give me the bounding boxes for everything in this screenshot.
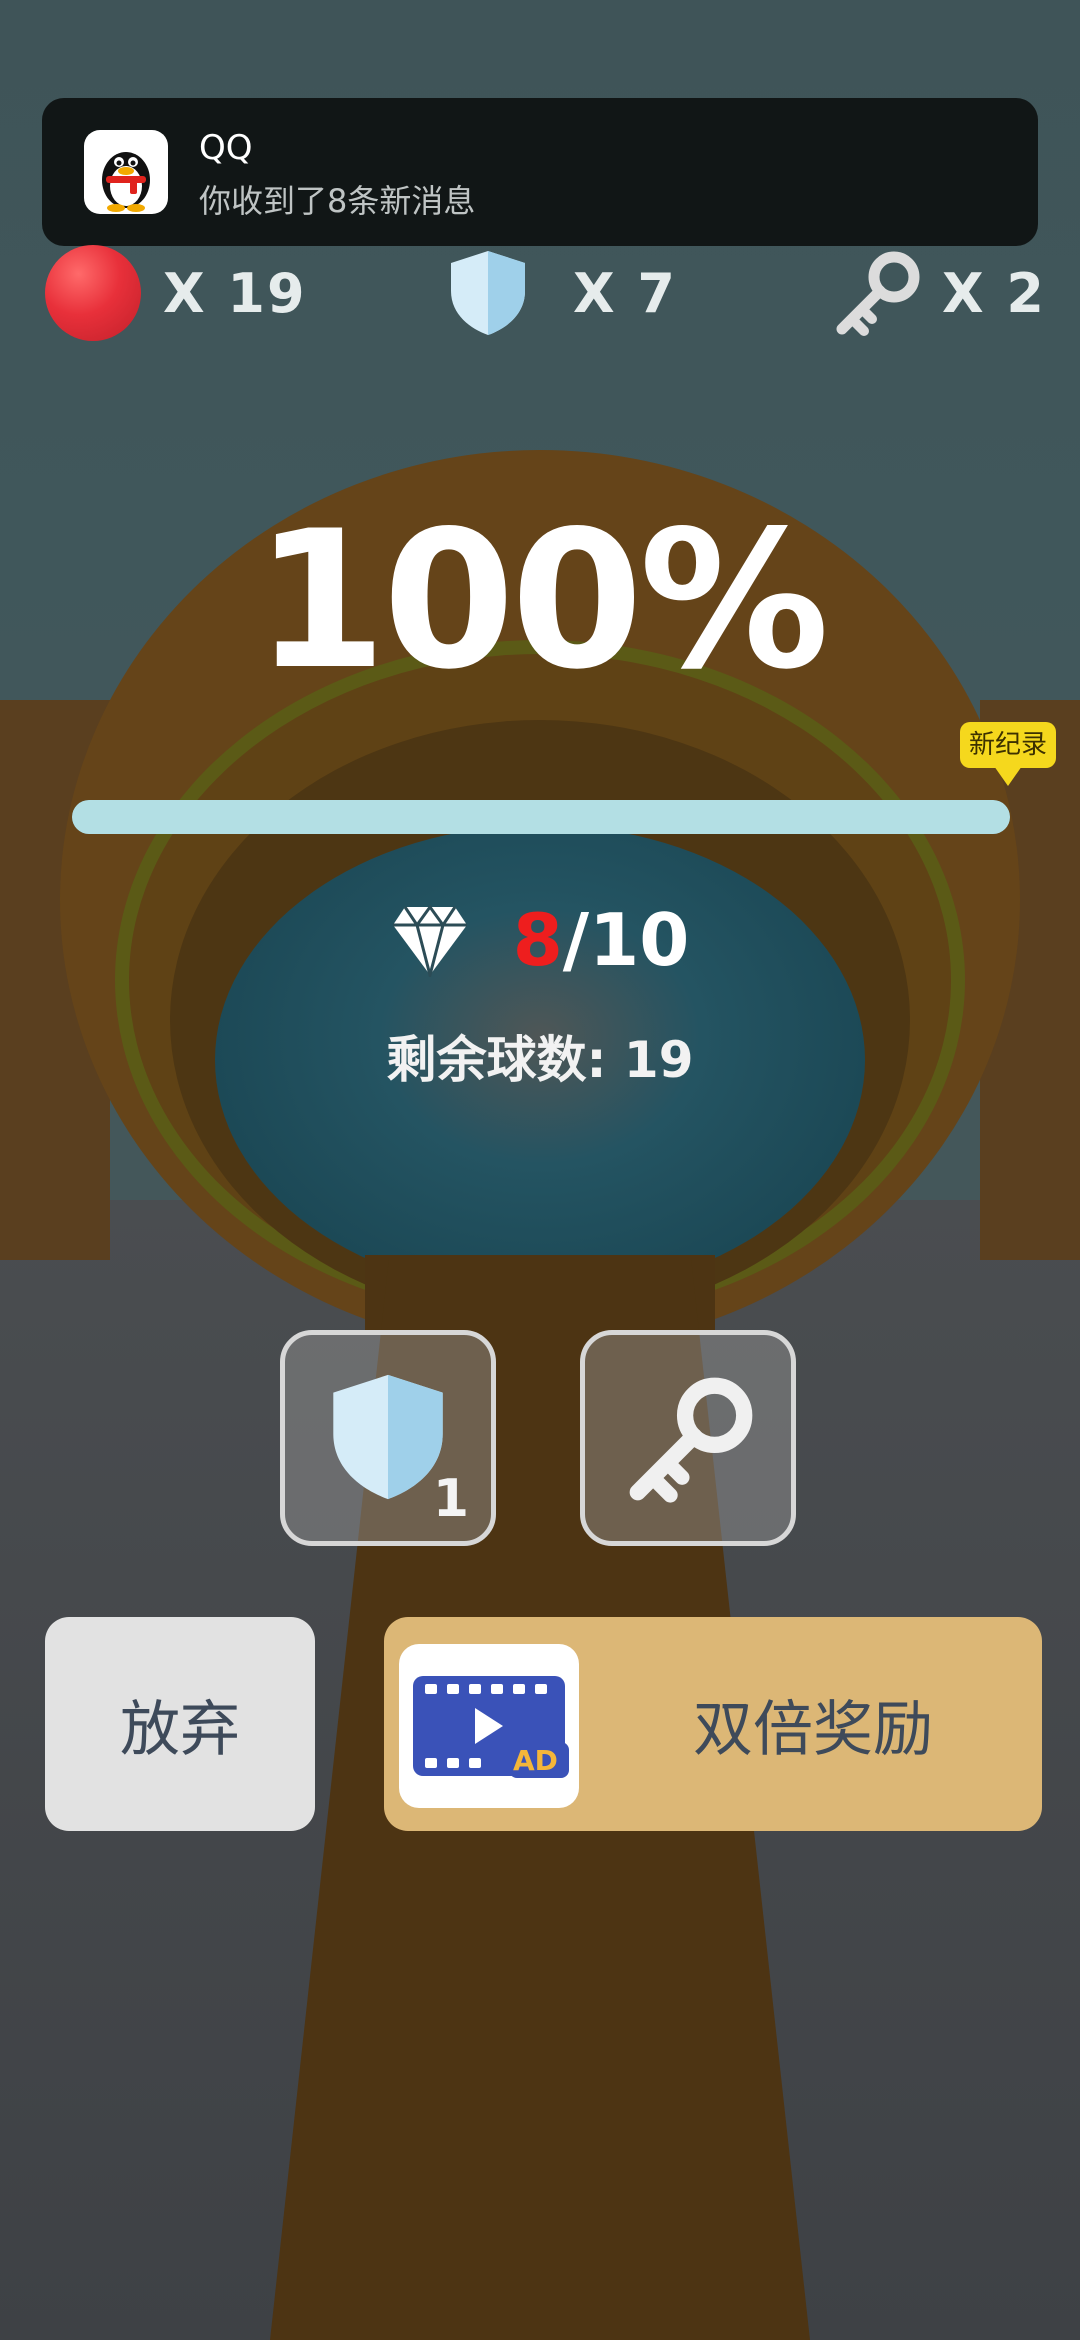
key-item-slot[interactable] — [580, 1330, 796, 1546]
balls-remaining: 剩余球数: 19 — [386, 1031, 694, 1089]
new-record-badge: 新纪录 — [960, 722, 1056, 768]
give-up-button[interactable]: 放弃 — [45, 1617, 315, 1831]
notification-banner[interactable]: QQ 你收到了8条新消息 — [42, 98, 1038, 246]
shield-icon — [451, 251, 525, 335]
key-count: X 2 — [942, 261, 1047, 325]
notification-app-name: QQ — [199, 128, 253, 168]
notification-message: 你收到了8条新消息 — [199, 182, 476, 220]
double-reward-label: 双倍奖励 — [693, 1694, 933, 1765]
key-icon — [629, 1377, 753, 1503]
game-scene — [0, 0, 1080, 2340]
progress-bar-fill — [72, 800, 1010, 834]
gem-count: 8/10 — [513, 898, 690, 982]
red-ball-icon — [45, 245, 141, 341]
progress-bar — [72, 800, 1010, 834]
ball-count: X 19 — [163, 261, 307, 325]
ad-badge: AD — [513, 1744, 558, 1777]
gem-counter: 8/10 — [0, 898, 1080, 982]
gem-collected: 8 — [512, 898, 563, 982]
shield-item-count: 1 — [432, 1469, 469, 1529]
shield-counter: X 7 — [445, 245, 677, 341]
ball-counter: X 19 — [45, 245, 307, 341]
gem-total: /10 — [562, 898, 690, 982]
key-icon — [836, 251, 920, 336]
key-counter: X 2 — [832, 245, 1046, 341]
shield-count: X 7 — [573, 261, 678, 325]
diamond-icon — [392, 904, 467, 977]
new-record-badge-tail — [994, 766, 1022, 786]
double-reward-button[interactable]: AD 双倍奖励 — [384, 1617, 1042, 1831]
shield-item-slot[interactable]: 1 — [280, 1330, 496, 1546]
qq-penguin-icon — [84, 130, 168, 214]
video-ad-icon: AD — [399, 1644, 579, 1808]
progress-percent: 100% — [254, 490, 830, 711]
